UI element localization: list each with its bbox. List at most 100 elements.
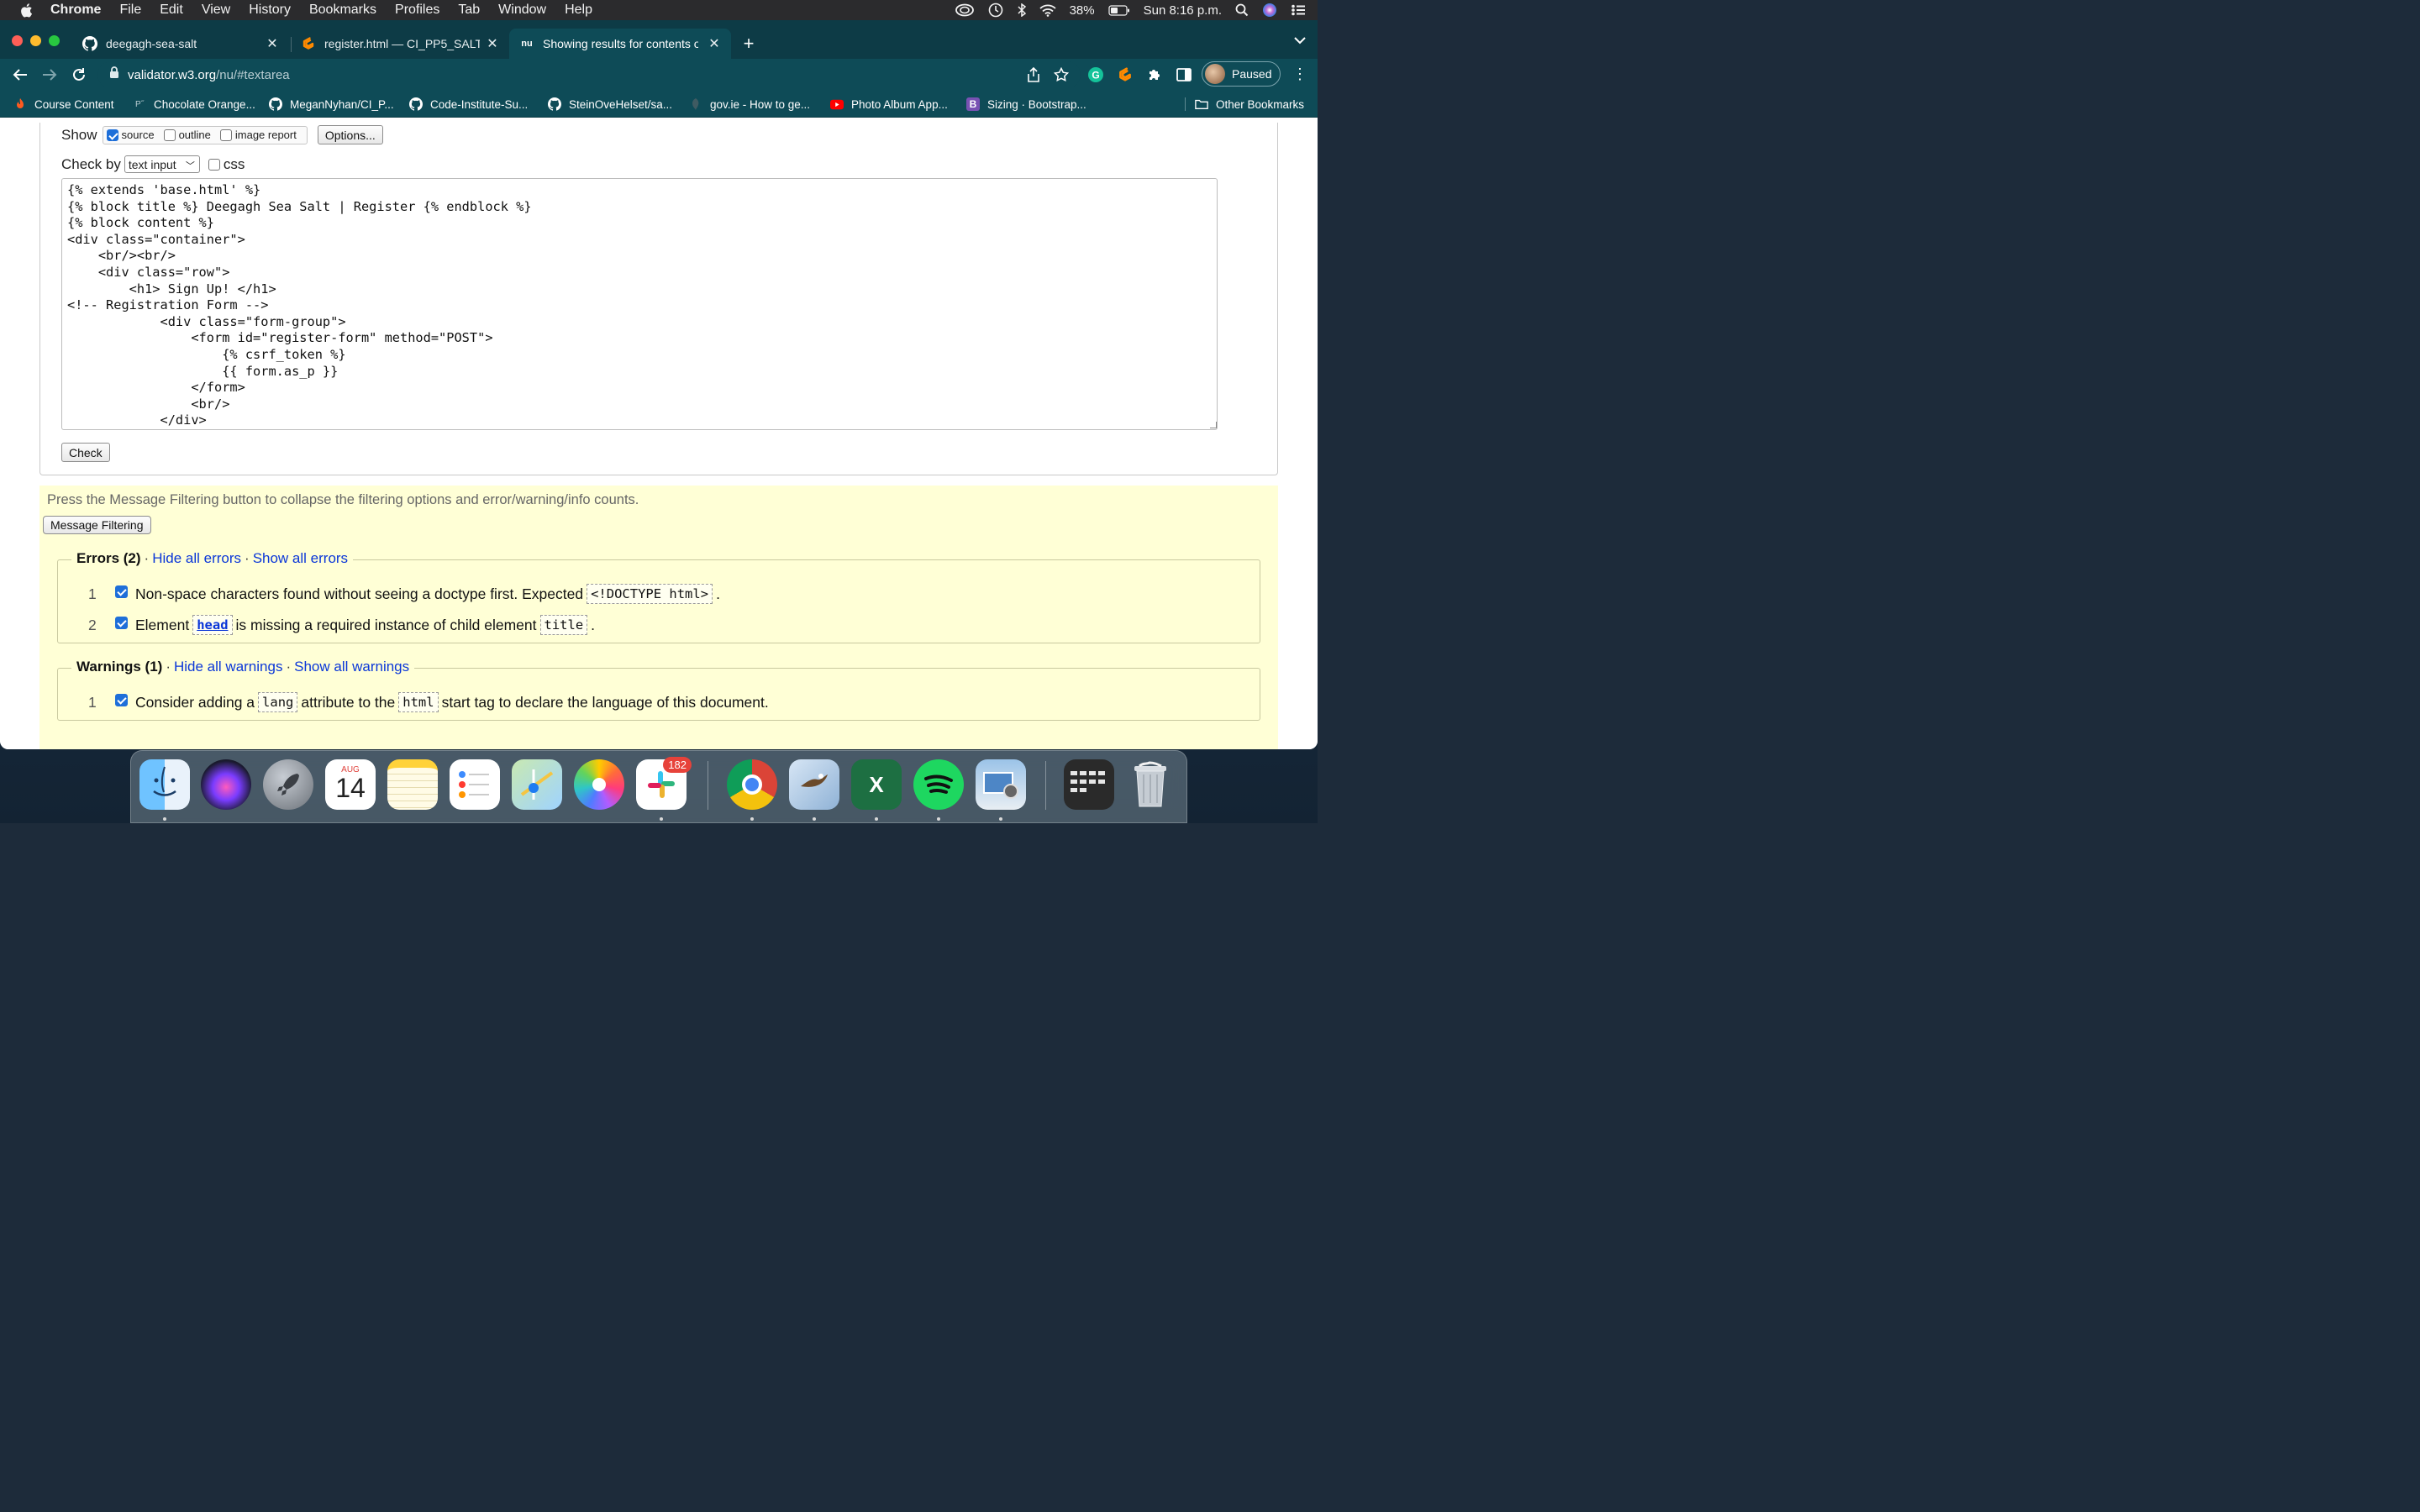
image-report-checkbox[interactable] <box>219 129 232 141</box>
control-center-icon[interactable] <box>1291 4 1306 16</box>
check-button[interactable]: Check <box>61 443 110 462</box>
close-window-button[interactable] <box>12 35 23 46</box>
bookmark-megannyhan[interactable]: MeganNyhan/CI_P... <box>269 97 394 111</box>
profile-button[interactable]: Paused <box>1202 61 1281 87</box>
siri-menu-icon[interactable] <box>1262 3 1277 18</box>
reminders-icon[interactable] <box>450 759 500 810</box>
hide-all-errors-link[interactable]: Hide all errors <box>152 550 241 566</box>
message-text: start tag to declare the language of thi… <box>441 693 769 711</box>
options-button[interactable]: Options... <box>317 125 383 144</box>
slack-icon[interactable]: 182 <box>636 757 692 810</box>
spotlight-icon[interactable] <box>1235 3 1249 17</box>
gitpod-extension-icon[interactable] <box>1116 66 1134 84</box>
tab-register-html[interactable]: register.html — CI_PP5_SALT — ✕ <box>291 29 509 59</box>
menu-file[interactable]: File <box>119 3 141 18</box>
codeinstitute-icon <box>13 97 27 111</box>
option-label: image report <box>234 129 297 141</box>
share-icon[interactable] <box>1027 66 1040 87</box>
tab-deegagh-sea-salt[interactable]: deegagh-sea-salt ✕ <box>72 29 289 59</box>
creative-cloud-icon[interactable] <box>955 3 974 17</box>
outline-checkbox[interactable] <box>163 129 176 141</box>
chrome-menu-icon[interactable]: ⋮ <box>1292 66 1307 83</box>
side-panel-icon[interactable] <box>1175 66 1193 84</box>
photos-icon[interactable] <box>574 759 624 810</box>
bookmark-chocolate-orange[interactable]: P˝ Chocolate Orange... <box>133 97 255 111</box>
finder-icon[interactable] <box>139 759 190 810</box>
bluetooth-icon[interactable] <box>1018 3 1026 17</box>
chrome-icon[interactable] <box>727 759 777 810</box>
tab-title: register.html — CI_PP5_SALT — <box>324 37 480 50</box>
preview-icon[interactable] <box>789 759 839 810</box>
warning-checkbox[interactable] <box>115 693 128 706</box>
menu-tab[interactable]: Tab <box>458 3 480 18</box>
zoom-window-button[interactable] <box>49 35 60 46</box>
new-tab-button[interactable]: + <box>739 33 758 55</box>
bookmark-gov-ie[interactable]: gov.ie - How to ge... <box>689 97 810 111</box>
head-element-link[interactable]: head <box>192 615 233 635</box>
grammarly-icon[interactable]: G <box>1086 66 1105 84</box>
menu-app-name[interactable]: Chrome <box>50 3 101 18</box>
extensions-puzzle-icon[interactable] <box>1145 66 1164 84</box>
tab-search-icon[interactable] <box>1294 35 1306 47</box>
option-source[interactable]: source <box>106 129 155 141</box>
back-button[interactable] <box>11 66 29 84</box>
menu-profiles[interactable]: Profiles <box>395 3 439 18</box>
spotify-icon[interactable] <box>913 759 964 810</box>
time-machine-icon[interactable] <box>987 3 1004 18</box>
separator: · <box>166 659 171 675</box>
message-filtering-button[interactable]: Message Filtering <box>43 516 151 534</box>
menubar-clock[interactable]: Sun 8:16 p.m. <box>1144 3 1222 18</box>
bookmark-photo-album[interactable]: Photo Album App... <box>830 97 948 111</box>
notes-icon[interactable] <box>387 759 438 810</box>
source-textarea[interactable]: {% extends 'base.html' %} {% block title… <box>61 178 1218 430</box>
menu-bookmarks[interactable]: Bookmarks <box>309 3 376 18</box>
resize-handle-icon[interactable] <box>1210 422 1217 428</box>
css-checkbox[interactable] <box>208 158 220 171</box>
bookmark-other-bookmarks[interactable]: Other Bookmarks <box>1195 97 1304 111</box>
show-all-errors-link[interactable]: Show all errors <box>253 550 348 566</box>
siri-icon[interactable] <box>201 759 251 810</box>
menu-window[interactable]: Window <box>498 3 546 18</box>
menu-view[interactable]: View <box>202 3 230 18</box>
source-checkbox[interactable] <box>106 129 118 141</box>
maps-icon[interactable] <box>512 759 562 810</box>
image-capture-icon[interactable] <box>976 759 1026 810</box>
menu-history[interactable]: History <box>249 3 291 18</box>
menu-help[interactable]: Help <box>565 3 592 18</box>
lock-icon[interactable] <box>109 66 119 83</box>
bookmark-code-institute[interactable]: Code-Institute-Su... <box>409 97 528 111</box>
launchpad-icon[interactable] <box>263 759 313 810</box>
address-bar[interactable]: validator.w3.org/nu/#textarea <box>97 61 1081 88</box>
calendar-icon[interactable]: AUG 14 <box>325 759 376 810</box>
trash-icon[interactable] <box>1125 759 1176 810</box>
reload-button[interactable] <box>70 66 88 84</box>
close-tab-icon[interactable]: ✕ <box>486 35 499 52</box>
forward-button[interactable] <box>40 66 59 84</box>
option-outline[interactable]: outline <box>163 129 211 141</box>
downloads-stack-icon[interactable] <box>1064 759 1114 810</box>
bookmark-steinovehelset[interactable]: SteinOveHelset/sa... <box>548 97 672 111</box>
option-css[interactable]: css <box>208 156 245 173</box>
show-all-warnings-link[interactable]: Show all warnings <box>294 659 409 675</box>
bookmark-bootstrap-sizing[interactable]: B Sizing · Bootstrap... <box>966 97 1086 111</box>
bookmark-course-content[interactable]: Course Content <box>13 97 114 111</box>
bookmark-star-icon[interactable] <box>1053 66 1070 87</box>
apple-icon[interactable] <box>17 1 35 19</box>
menu-edit[interactable]: Edit <box>160 3 183 18</box>
error-checkbox[interactable] <box>115 585 128 598</box>
option-image-report[interactable]: image report <box>219 129 297 141</box>
tab-validator-results[interactable]: nu Showing results for contents of ✕ <box>509 29 731 59</box>
minimize-window-button[interactable] <box>30 35 41 46</box>
battery-icon[interactable] <box>1107 4 1130 16</box>
wifi-icon[interactable] <box>1039 4 1056 17</box>
close-tab-icon[interactable]: ✕ <box>266 35 279 52</box>
hide-all-warnings-link[interactable]: Hide all warnings <box>174 659 282 675</box>
message-text: attribute to the <box>301 693 396 711</box>
excel-icon[interactable]: X <box>851 759 902 810</box>
message-number: 2 <box>88 616 97 633</box>
check-by-select[interactable]: text input ﹀ <box>124 155 200 173</box>
error-checkbox[interactable] <box>115 616 128 629</box>
close-tab-icon[interactable]: ✕ <box>708 35 721 52</box>
code-snippet: lang <box>258 692 298 712</box>
message-text: Non-space characters found without seein… <box>135 585 584 602</box>
